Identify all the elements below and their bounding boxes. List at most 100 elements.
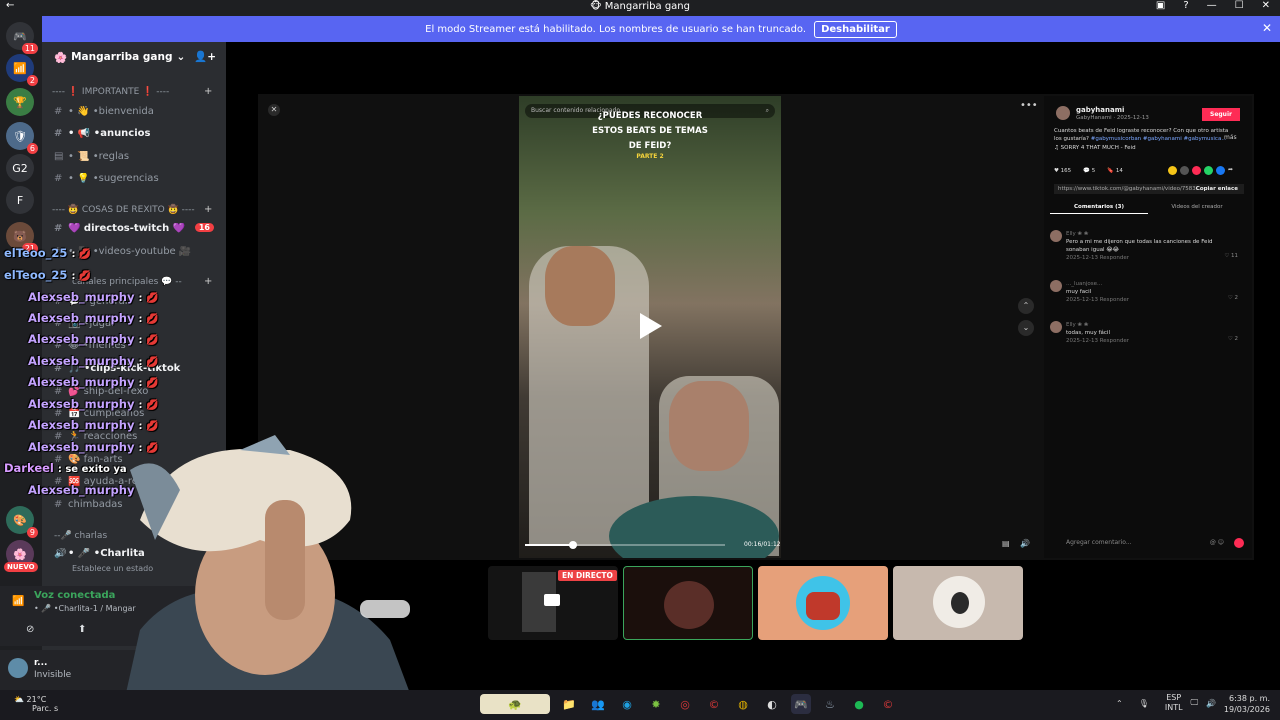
- inbox-icon[interactable]: ▣: [1156, 0, 1165, 11]
- whatsapp-share-icon[interactable]: [1204, 166, 1213, 175]
- disable-streamer-button[interactable]: Deshabilitar: [814, 20, 897, 38]
- share-icons: ➦: [1168, 166, 1233, 175]
- more-options-icon[interactable]: •••: [1020, 100, 1038, 111]
- tray-chevron-icon[interactable]: ⌃: [1116, 699, 1123, 708]
- author-name[interactable]: gabyhanami: [1076, 106, 1124, 114]
- forward-share-icon[interactable]: ➦: [1228, 166, 1233, 175]
- comment-like[interactable]: ♡ 11: [1224, 252, 1238, 260]
- comment-meta[interactable]: 2025-12-13 Responder: [1066, 337, 1226, 345]
- minimize-button[interactable]: —: [1207, 0, 1217, 11]
- discord-icon[interactable]: 🎮: [791, 694, 811, 714]
- comment-like[interactable]: ♡ 2: [1228, 335, 1238, 343]
- channel-reglas[interactable]: ▤ • 📜 •reglas: [54, 151, 222, 162]
- chrome-icon[interactable]: ◍: [733, 694, 753, 714]
- server-icon[interactable]: 🛡 6: [6, 122, 38, 154]
- server-icon[interactable]: F: [6, 186, 34, 214]
- camera-off-icon[interactable]: ⊘: [26, 624, 34, 635]
- server-icon[interactable]: 📶 2: [6, 54, 38, 86]
- previous-video-icon[interactable]: ⌃: [1018, 298, 1034, 314]
- send-share-icon[interactable]: [1180, 166, 1189, 175]
- play-icon[interactable]: [640, 313, 662, 339]
- follow-button[interactable]: Seguir: [1202, 108, 1240, 121]
- banner-close-icon[interactable]: ✕: [1262, 21, 1272, 35]
- commenter-avatar[interactable]: [1050, 280, 1062, 292]
- speaker-tray-icon[interactable]: 🔊: [1206, 699, 1216, 708]
- comment-like[interactable]: ♡ 2: [1228, 294, 1238, 302]
- author-avatar[interactable]: [1056, 106, 1070, 120]
- more-link[interactable]: más: [1224, 134, 1237, 141]
- teams-icon[interactable]: 👥: [588, 694, 608, 714]
- clock[interactable]: 6:38 p. m. 19/03/2026: [1224, 693, 1270, 715]
- server-icon[interactable]: 🎨 9: [6, 506, 38, 538]
- channel-directos-twitch[interactable]: # 💜 directos-twitch 💜 16: [54, 223, 222, 234]
- video-face-left: [545, 246, 615, 326]
- video-link-field[interactable]: https://www.tiktok.com/@gabyhanami/video…: [1054, 184, 1244, 194]
- search-box[interactable]: 🐢: [480, 694, 550, 714]
- comment-meta[interactable]: 2025-12-13 Responder: [1066, 254, 1226, 262]
- help-icon[interactable]: ?: [1183, 0, 1188, 11]
- participant-tile[interactable]: [893, 566, 1023, 640]
- avatar[interactable]: [8, 658, 28, 678]
- comment-text: todas, muy fácil: [1066, 330, 1110, 336]
- commenter-avatar[interactable]: [1050, 230, 1062, 242]
- comment-input[interactable]: Agregar comentario... @ ☺: [1050, 536, 1250, 550]
- close-viewer-icon[interactable]: ✕: [268, 104, 280, 116]
- cc-app-icon[interactable]: ©: [704, 694, 724, 714]
- stream-mode-icon[interactable]: ▤: [1002, 539, 1010, 548]
- microphone-icon[interactable]: 🎙: [1139, 699, 1149, 708]
- channel-anuncios[interactable]: # • 📢 •anuncios: [54, 128, 222, 139]
- tab-creator-videos[interactable]: Videos del creador: [1148, 204, 1246, 214]
- invite-user-icon[interactable]: 👤+: [194, 50, 216, 63]
- weather-temp: 21°C: [26, 695, 47, 704]
- category-important[interactable]: ---- ❗ IMPORTANTE ❗ ----: [52, 87, 169, 97]
- file-explorer-icon[interactable]: 📁: [559, 694, 579, 714]
- add-channel-icon[interactable]: +: [204, 86, 212, 97]
- facebook-share-icon[interactable]: [1216, 166, 1225, 175]
- category-rexito[interactable]: ---- 🤠 COSAS DE REXITO 🤠 ----: [52, 205, 195, 215]
- maximize-button[interactable]: ☐: [1235, 0, 1244, 11]
- weather-widget[interactable]: ⛅ 21°C Parc. s: [14, 695, 58, 713]
- mention-icon[interactable]: @ ☺: [1210, 536, 1224, 550]
- comment-meta[interactable]: 2025-12-13 Responder: [1066, 296, 1226, 304]
- tab-comments[interactable]: Comentarios (3): [1050, 204, 1148, 214]
- send-icon[interactable]: [1234, 538, 1244, 548]
- embed-share-icon[interactable]: [1168, 166, 1177, 175]
- server-icon[interactable]: G2: [6, 154, 34, 182]
- participant-tile[interactable]: [758, 566, 888, 640]
- video-progress-bar[interactable]: [525, 541, 725, 549]
- github-icon[interactable]: ◐: [762, 694, 782, 714]
- comment-user[interactable]: ..._luanjose...: [1066, 280, 1226, 288]
- tiktok-share-icon[interactable]: [1192, 166, 1201, 175]
- streamer-mode-banner: El modo Streamer está habilitado. Los no…: [42, 16, 1280, 42]
- add-channel-icon[interactable]: +: [204, 276, 212, 287]
- commenter-avatar[interactable]: [1050, 321, 1062, 333]
- steam-icon[interactable]: ♨: [820, 694, 840, 714]
- comments-count[interactable]: 💬 5: [1083, 168, 1095, 174]
- close-window-button[interactable]: ✕: [1262, 0, 1270, 11]
- chat-message: elTeoo_25 : 💋: [4, 268, 91, 282]
- next-video-icon[interactable]: ⌄: [1018, 320, 1034, 336]
- spotify-icon[interactable]: ●: [849, 694, 869, 714]
- progress-knob[interactable]: [569, 541, 577, 549]
- server-icon[interactable]: 🏆: [6, 88, 34, 116]
- language-indicator[interactable]: ESP INTL: [1165, 693, 1183, 713]
- comment-user[interactable]: Elly ❀ ❀: [1066, 230, 1226, 238]
- channel-bienvenida[interactable]: # • 👋 •bienvenida: [54, 106, 222, 117]
- edge-icon[interactable]: ◉: [617, 694, 637, 714]
- display-icon[interactable]: 🖵: [1191, 698, 1199, 708]
- capcut-icon[interactable]: ©: [878, 694, 898, 714]
- copy-link-button[interactable]: Copiar enlace: [1196, 184, 1238, 194]
- song-label[interactable]: ♫ SORRY 4 THAT MUCH - Feid: [1054, 145, 1136, 151]
- saves-count[interactable]: 🔖 14: [1107, 168, 1123, 174]
- comment-user[interactable]: Elly ❀ ❀: [1066, 321, 1226, 329]
- opera-icon[interactable]: ◎: [675, 694, 695, 714]
- description-tags[interactable]: #gabymusicorban #gabyhanami #gabymusica.…: [1091, 136, 1227, 142]
- channel-sugerencias[interactable]: # • 💡 •sugerencias: [54, 173, 222, 184]
- likes-count[interactable]: ♥ 165: [1054, 168, 1071, 174]
- discord-home-icon[interactable]: 🎮 11: [6, 22, 38, 54]
- stream-thumb-camera[interactable]: [623, 566, 753, 640]
- guild-header[interactable]: 🌸 Mangarriba gang ⌄ 👤+: [42, 42, 226, 72]
- volume-icon[interactable]: 🔊: [1020, 539, 1030, 548]
- razer-icon[interactable]: ✸: [646, 694, 666, 714]
- add-channel-icon[interactable]: +: [204, 204, 212, 215]
